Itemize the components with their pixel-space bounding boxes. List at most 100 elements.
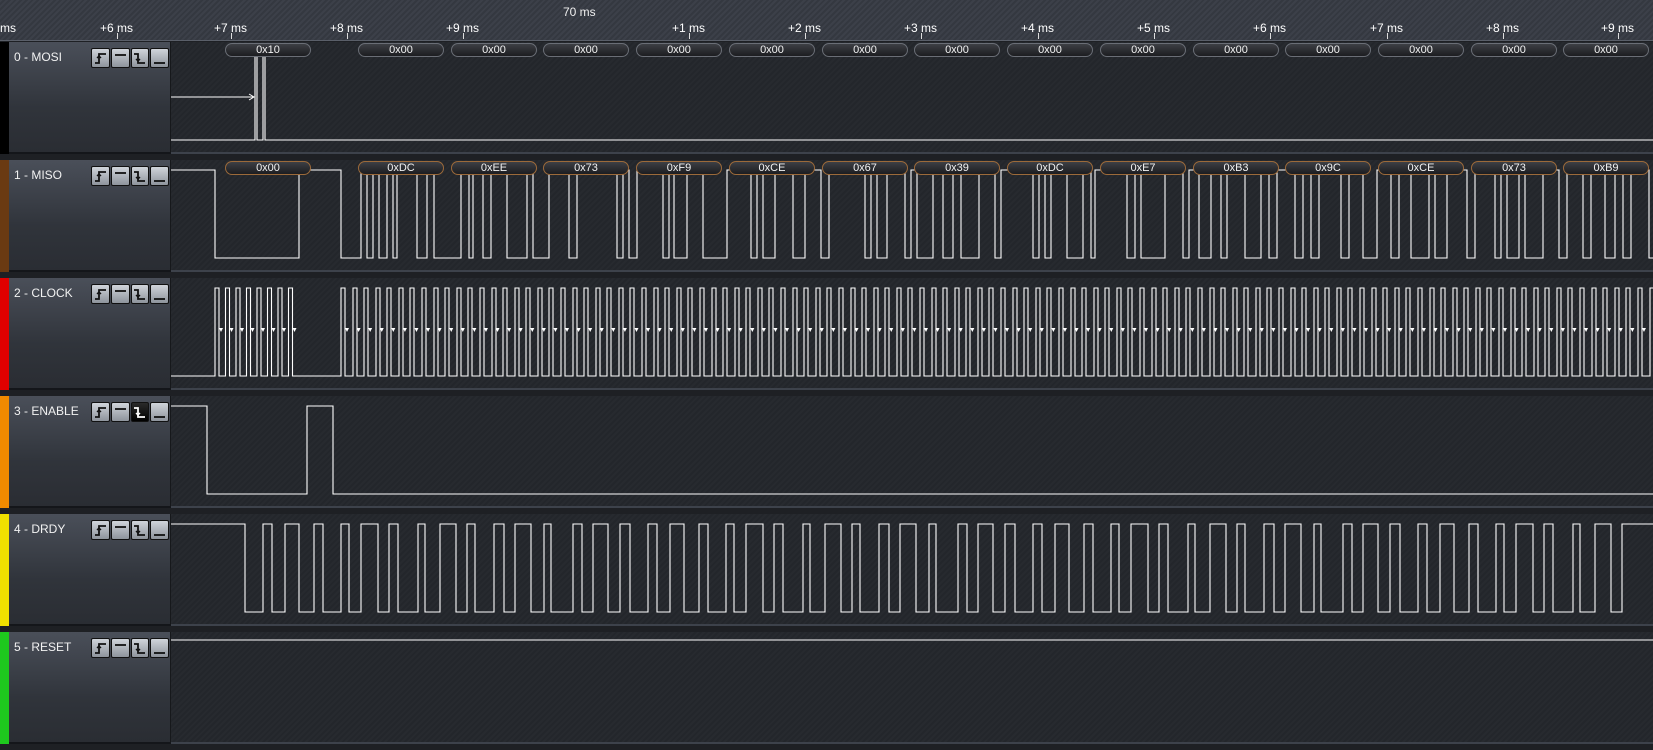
rising-edge-trigger-button[interactable] [91, 166, 110, 186]
spi-byte-bubble[interactable]: 0xCE [729, 161, 815, 175]
channel-label-panel[interactable]: 3 - ENABLE [9, 396, 171, 508]
spi-byte-bubble[interactable]: 0xEE [451, 161, 537, 175]
sample-arrow-icon [414, 328, 419, 332]
sample-arrow-icon [924, 328, 928, 332]
spi-byte-bubble[interactable]: 0xE7 [1100, 161, 1186, 175]
rising-edge-trigger-button[interactable] [91, 638, 110, 658]
time-ruler[interactable]: 70 ms ms +6 ms +7 ms +8 ms +9 ms +1 ms +2 ms +3… [0, 0, 1653, 41]
spi-byte-bubble[interactable]: 0x00 [1471, 43, 1557, 57]
spi-byte-bubble[interactable]: 0x00 [1563, 43, 1649, 57]
ruler-tick-mark [116, 33, 118, 39]
low-level-trigger-button[interactable] [150, 402, 169, 422]
sample-arrow-icon [1549, 328, 1554, 332]
spi-byte-bubble[interactable]: 0x39 [914, 161, 1000, 175]
high-level-trigger-button[interactable] [110, 638, 130, 658]
spi-byte-bubble[interactable]: 0x10 [225, 43, 311, 57]
spi-byte-bubble[interactable]: 0x00 [1007, 43, 1093, 57]
trigger-button-group [91, 402, 169, 422]
spi-byte-bubble[interactable]: 0x00 [1378, 43, 1464, 57]
channel-label-panel[interactable]: 0 - MOSI [9, 42, 171, 154]
spi-byte-bubble[interactable]: 0xDC [358, 161, 444, 175]
spi-byte-bubble[interactable]: 0x00 [1100, 43, 1186, 57]
falling-edge-trigger-button[interactable] [130, 284, 150, 304]
spi-byte-bubble[interactable]: 0x00 [451, 43, 537, 57]
high-level-trigger-button[interactable] [110, 520, 130, 540]
channel-row[interactable]: 0 - MOSI 0x10 0x00 0x00 0x00 0x00 0x00 0x00 0x00… [0, 42, 1653, 154]
spi-byte-bubble[interactable]: 0xB9 [1563, 161, 1649, 175]
sample-arrow-icon [1641, 328, 1646, 332]
rising-edge-trigger-button[interactable] [91, 520, 110, 540]
sample-arrow-icon [449, 328, 454, 332]
channel-waveform-area[interactable] [171, 632, 1653, 744]
channel-row[interactable]: 2 - CLOCK [0, 278, 1653, 390]
high-level-trigger-button[interactable] [110, 402, 130, 422]
spi-byte-bubble[interactable]: 0x00 [1193, 43, 1279, 57]
spi-byte-bubble[interactable]: 0xCE [1378, 161, 1464, 175]
high-level-trigger-button[interactable] [110, 166, 130, 186]
falling-edge-trigger-button[interactable] [130, 520, 150, 540]
rising-edge-icon [94, 406, 107, 419]
sample-arrow-icon [588, 328, 593, 332]
channel-label-panel[interactable]: 4 - DRDY [9, 514, 171, 626]
spi-byte-bubble[interactable]: 0x73 [1471, 161, 1557, 175]
enable-waveform [171, 405, 1653, 495]
spi-byte-bubble[interactable]: 0x73 [543, 161, 629, 175]
channel-name: 3 - ENABLE [14, 404, 79, 418]
low-level-trigger-button[interactable] [150, 638, 169, 658]
rising-edge-trigger-button[interactable] [91, 402, 110, 422]
channel-row[interactable]: 3 - ENABLE [0, 396, 1653, 508]
low-level-trigger-button[interactable] [150, 166, 169, 186]
low-level-icon [153, 170, 166, 183]
rising-edge-trigger-button[interactable] [91, 284, 110, 304]
channel-row[interactable]: 1 - MISO 0x00 0xDC 0xEE 0x73 0xF9 0xCE 0x67 0x39… [0, 160, 1653, 272]
spi-byte-bubble[interactable]: 0x00 [225, 161, 311, 175]
high-level-trigger-button[interactable] [110, 284, 130, 304]
spi-byte-bubble[interactable]: 0xDC [1007, 161, 1093, 175]
channel-waveform-area[interactable]: 0x10 0x00 0x00 0x00 0x00 0x00 0x00 0x00 0x00 0x00… [171, 42, 1653, 154]
spi-byte-bubble[interactable]: 0x67 [822, 161, 908, 175]
falling-edge-trigger-button[interactable] [130, 48, 150, 68]
channel-waveform-area[interactable] [171, 396, 1653, 508]
spi-byte-bubble[interactable]: 0x00 [358, 43, 444, 57]
spi-byte-bubble[interactable]: 0x00 [1285, 43, 1371, 57]
falling-edge-icon [133, 406, 146, 419]
low-level-trigger-button[interactable] [150, 48, 169, 68]
spi-byte-bubble[interactable]: 0xF9 [636, 161, 722, 175]
falling-edge-trigger-button[interactable] [130, 402, 150, 422]
channel-label-panel[interactable]: 2 - CLOCK [9, 278, 171, 390]
falling-edge-trigger-button[interactable] [130, 638, 150, 658]
rising-edge-trigger-button[interactable] [91, 48, 110, 68]
sample-arrow-icon [426, 328, 431, 332]
spi-byte-bubble[interactable]: 0x00 [636, 43, 722, 57]
sample-arrow-icon [472, 328, 477, 332]
sample-arrow-icon [1062, 328, 1067, 332]
channel-label-panel[interactable]: 5 - RESET [9, 632, 171, 744]
falling-edge-trigger-button[interactable] [130, 166, 150, 186]
sample-arrow-icon [831, 328, 836, 332]
low-level-trigger-button[interactable] [150, 284, 169, 304]
high-level-icon [114, 406, 127, 419]
spi-byte-bubble[interactable]: 0x00 [822, 43, 908, 57]
channel-waveform-area[interactable] [171, 514, 1653, 626]
ruler-tick-mark [1386, 33, 1388, 39]
spi-byte-bubble[interactable]: 0x00 [729, 43, 815, 57]
channel-row[interactable]: 5 - RESET [0, 632, 1653, 744]
channel-label-panel[interactable]: 1 - MISO [9, 160, 171, 272]
channel-waveform-area[interactable]: 0x00 0xDC 0xEE 0x73 0xF9 0xCE 0x67 0x39 0xDC 0xE7… [171, 160, 1653, 272]
spi-byte-bubble[interactable]: 0x9C [1285, 161, 1371, 175]
sample-arrow-icon [970, 328, 975, 332]
spi-byte-bubble[interactable]: 0x00 [914, 43, 1000, 57]
sample-arrow-icon [1630, 328, 1635, 332]
channel-color-strip [0, 278, 9, 390]
drdy-waveform [171, 523, 1653, 613]
channel-waveform-area[interactable] [171, 278, 1653, 390]
channel-row[interactable]: 4 - DRDY [0, 514, 1653, 626]
sample-arrow-icon [1526, 328, 1531, 332]
spi-byte-bubble[interactable]: 0xB3 [1193, 161, 1279, 175]
high-level-trigger-button[interactable] [110, 48, 130, 68]
spi-byte-bubble[interactable]: 0x00 [543, 43, 629, 57]
sample-arrow-icon [391, 328, 396, 332]
low-level-trigger-button[interactable] [150, 520, 169, 540]
high-level-icon [114, 642, 127, 655]
sample-arrow-icon [1005, 328, 1010, 332]
